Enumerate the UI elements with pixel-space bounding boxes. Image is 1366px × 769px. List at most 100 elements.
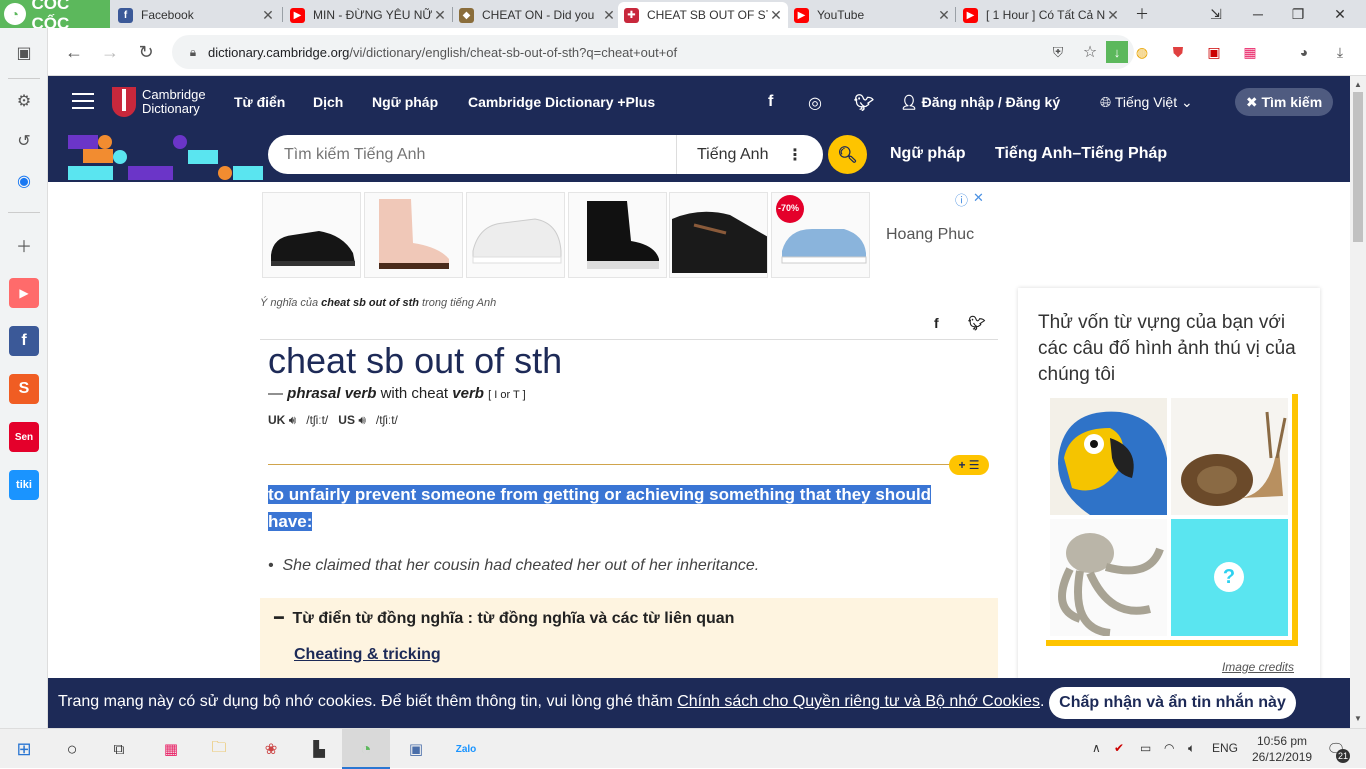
downloads-icon[interactable]: ⤓ [1328, 40, 1352, 64]
app-grid-icon[interactable]: ▦ [157, 735, 185, 763]
search-submit-button[interactable]: 🔍︎ [828, 135, 867, 174]
file-explorer-icon[interactable]: 🗀︎ [205, 735, 233, 763]
tab-youtube[interactable]: ▶ YouTube ✕ [788, 2, 956, 28]
youtube-app-icon[interactable]: ▶ [9, 278, 39, 308]
tab-min-video[interactable]: ▶ MIN - ĐỪNG YÊU NỮ ✕ [284, 2, 452, 28]
new-tab-button[interactable]: ＋ [1122, 0, 1162, 28]
extension-red-icon[interactable]: ▣ [1202, 40, 1226, 64]
nav-plus[interactable]: Cambridge Dictionary +Plus [468, 94, 655, 110]
close-icon[interactable]: ✕ [936, 7, 952, 24]
windows-start-icon[interactable]: ⊞ [10, 735, 38, 763]
download-icon[interactable]: ↓ [1106, 41, 1128, 63]
cookie-policy-link[interactable]: Chính sách cho Quyền riêng tư và Bộ nhớ … [677, 693, 1040, 710]
url-text[interactable]: dictionary.cambridge.org/vi/dictionary/e… [208, 45, 1042, 60]
uk-audio-icon[interactable]: 🔊︎ [289, 413, 297, 427]
instagram-icon[interactable]: ◎ [808, 93, 822, 113]
us-audio-icon[interactable]: 🔊︎ [358, 413, 366, 427]
bookmark-star-icon[interactable]: ☆ [1074, 42, 1106, 62]
more-options-icon[interactable]: ⋮ [787, 145, 803, 165]
address-bar[interactable]: 🔒︎ dictionary.cambridge.org/vi/dictionar… [172, 35, 1134, 69]
twitter-icon[interactable]: 🐦︎ [854, 93, 874, 113]
scroll-up-icon[interactable]: ▲ [1354, 80, 1362, 89]
dictionary-select[interactable]: Tiếng Anh [677, 146, 787, 164]
close-icon[interactable]: ✕ [432, 7, 448, 24]
forward-button[interactable]: → [98, 40, 122, 64]
wifi-icon[interactable]: ◠ [1164, 741, 1174, 755]
accept-cookies-button[interactable]: Chấp nhận và ẩn tin nhắn này [1049, 687, 1296, 719]
nav-dictionary[interactable]: Từ điển [234, 94, 285, 110]
language-selector[interactable]: 🌐︎ Tiếng Việt ⌄ [1100, 94, 1193, 111]
back-button[interactable]: ← [62, 40, 86, 64]
nav-translate[interactable]: Dịch [313, 94, 343, 110]
quiz-image-snail[interactable] [1171, 398, 1288, 515]
quiz-image-parrot[interactable] [1050, 398, 1167, 515]
nav-grammar[interactable]: Ngữ pháp [372, 94, 438, 110]
ad-product-image[interactable] [466, 192, 565, 278]
input-language[interactable]: ENG [1212, 741, 1238, 755]
battery-icon[interactable]: ▭ [1140, 741, 1151, 755]
tab-cambridge-active[interactable]: ✚ CHEAT SB OUT OF ST ✕ [618, 2, 788, 28]
ad-product-image[interactable] [568, 192, 667, 278]
ad-product-image[interactable] [364, 192, 463, 278]
facebook-app-icon[interactable]: f [9, 326, 39, 356]
image-credits-link[interactable]: Image credits [1222, 660, 1294, 674]
quiz-image-mystery[interactable]: ? [1171, 519, 1288, 636]
extension-colorful-icon[interactable]: ▦ [1238, 40, 1262, 64]
hamburger-menu-icon[interactable] [72, 93, 94, 111]
ad-info-icon[interactable]: ⓘ [955, 190, 968, 209]
window-close-button[interactable]: ✕ [1320, 0, 1360, 28]
settings-icon[interactable]: ⚙ [9, 86, 39, 116]
search-link-english-french[interactable]: Tiếng Anh–Tiếng Pháp [995, 145, 1167, 163]
add-app-icon[interactable]: ＋ [9, 230, 39, 260]
tab-cheat-on[interactable]: ◆ CHEAT ON - Did you ✕ [453, 2, 621, 28]
coccoc-logo[interactable]: ◔ CỐC CỐC [0, 0, 110, 33]
notification-center-icon[interactable]: 🗨︎ 21 [1322, 735, 1350, 763]
close-icon[interactable]: ✕ [260, 7, 276, 24]
sendo-app-icon[interactable]: Sen [9, 422, 39, 452]
tab-facebook[interactable]: f Facebook ✕ [112, 2, 280, 28]
app-taskbar-icon[interactable]: ▣ [402, 735, 430, 763]
maximize-button[interactable]: ❐ [1278, 0, 1318, 28]
share-facebook-icon[interactable]: f [934, 315, 939, 331]
thesaurus-link[interactable]: Cheating & tricking [294, 646, 441, 664]
clock[interactable]: 10:56 pm 26/12/2019 [1252, 733, 1312, 765]
tab-search-icon[interactable]: ⇲ [1196, 0, 1236, 28]
adblock-icon[interactable]: ⛊ [1166, 40, 1190, 64]
zalo-icon[interactable]: Zalo [452, 735, 480, 763]
ad-product-image[interactable] [262, 192, 361, 278]
share-twitter-icon[interactable]: 🐦︎ [968, 315, 986, 332]
close-icon[interactable]: ✕ [601, 7, 617, 24]
paint-icon[interactable]: ❀ [257, 735, 285, 763]
minimize-button[interactable]: ─ [1238, 0, 1278, 28]
tray-app-icon[interactable]: ✔ [1114, 741, 1124, 755]
close-icon[interactable]: ✕ [1105, 7, 1121, 24]
task-view-icon[interactable]: ⧉ [105, 735, 133, 763]
sticky-notes-icon[interactable]: ▙ [305, 735, 333, 763]
add-to-wordlist-button[interactable]: + ☰ [949, 455, 989, 475]
login-link[interactable]: 👤︎ Đăng nhập / Đăng ký [900, 94, 1060, 111]
search-link-grammar[interactable]: Ngữ pháp [890, 145, 966, 163]
lock-icon[interactable]: 🔒︎ [178, 45, 208, 60]
facebook-icon[interactable]: f [768, 93, 773, 111]
scrollbar-thumb[interactable] [1353, 92, 1363, 242]
messenger-icon[interactable]: ◉ [9, 166, 39, 196]
tray-chevron-icon[interactable]: ∧ [1092, 741, 1101, 755]
ad-product-image[interactable] [669, 192, 768, 278]
sidebar-toggle-icon[interactable]: ▣ [9, 38, 39, 68]
close-icon[interactable]: ✕ [768, 7, 784, 24]
pos-label[interactable]: phrasal verb [287, 385, 376, 402]
ad-product-image[interactable]: -70% [771, 192, 870, 278]
header-search-button[interactable]: ✖ Tìm kiếm [1235, 88, 1333, 116]
scroll-down-icon[interactable]: ▼ [1354, 714, 1362, 723]
coccoc-taskbar-icon[interactable]: ◔ [352, 735, 380, 763]
cambridge-logo[interactable]: Cambridge Dictionary [112, 87, 206, 117]
volume-icon[interactable]: 🔈︎ [1188, 741, 1195, 756]
profile-avatar[interactable]: ◕ [1292, 40, 1316, 64]
history-icon[interactable]: ↺ [9, 126, 39, 156]
search-icon[interactable]: ○ [58, 735, 86, 763]
tiki-app-icon[interactable]: tiki [9, 470, 39, 500]
shield-icon[interactable]: ⛨ [1042, 44, 1074, 61]
thesaurus-toggle[interactable]: ━ Từ điển từ đồng nghĩa : từ đồng nghĩa … [274, 608, 734, 628]
coccoc-extension-icon[interactable]: ◍ [1130, 40, 1154, 64]
page-scrollbar[interactable]: ▲ ▼ [1350, 76, 1366, 728]
